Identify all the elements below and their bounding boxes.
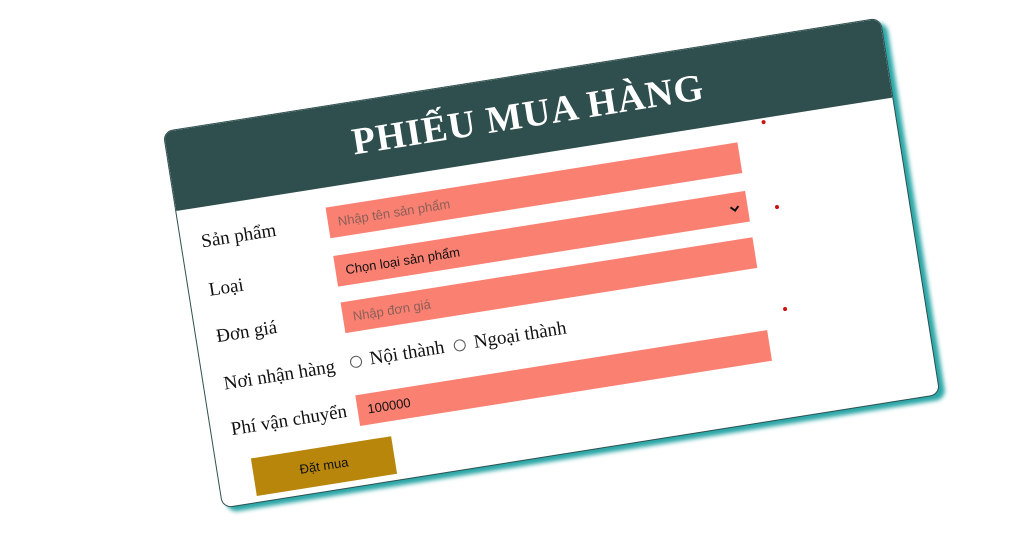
radio-inner-city-label: Nội thành: [368, 336, 446, 370]
shipping-fee-label: Phí vận chuyển: [229, 400, 349, 441]
delivery-place-label: Nơi nhận hàng: [222, 356, 337, 395]
radio-outer-city[interactable]: [453, 338, 468, 353]
chevron-down-icon[interactable]: [727, 192, 742, 224]
product-type-selected: Chọn loại sản phẩm: [344, 244, 461, 278]
radio-inner-city[interactable]: [349, 354, 363, 369]
radio-outer-city-label: Ngoại thành: [472, 317, 568, 353]
type-label: Loại: [207, 274, 246, 301]
product-label: Sản phẩm: [199, 219, 278, 253]
required-dot-icon: [761, 119, 766, 125]
price-label: Đơn giá: [214, 316, 279, 348]
order-submit-button[interactable]: Đặt mua: [250, 436, 398, 496]
order-form-card: PHIẾU MUA HÀNG Sản phẩm Loại Chọn loại s…: [162, 17, 941, 509]
